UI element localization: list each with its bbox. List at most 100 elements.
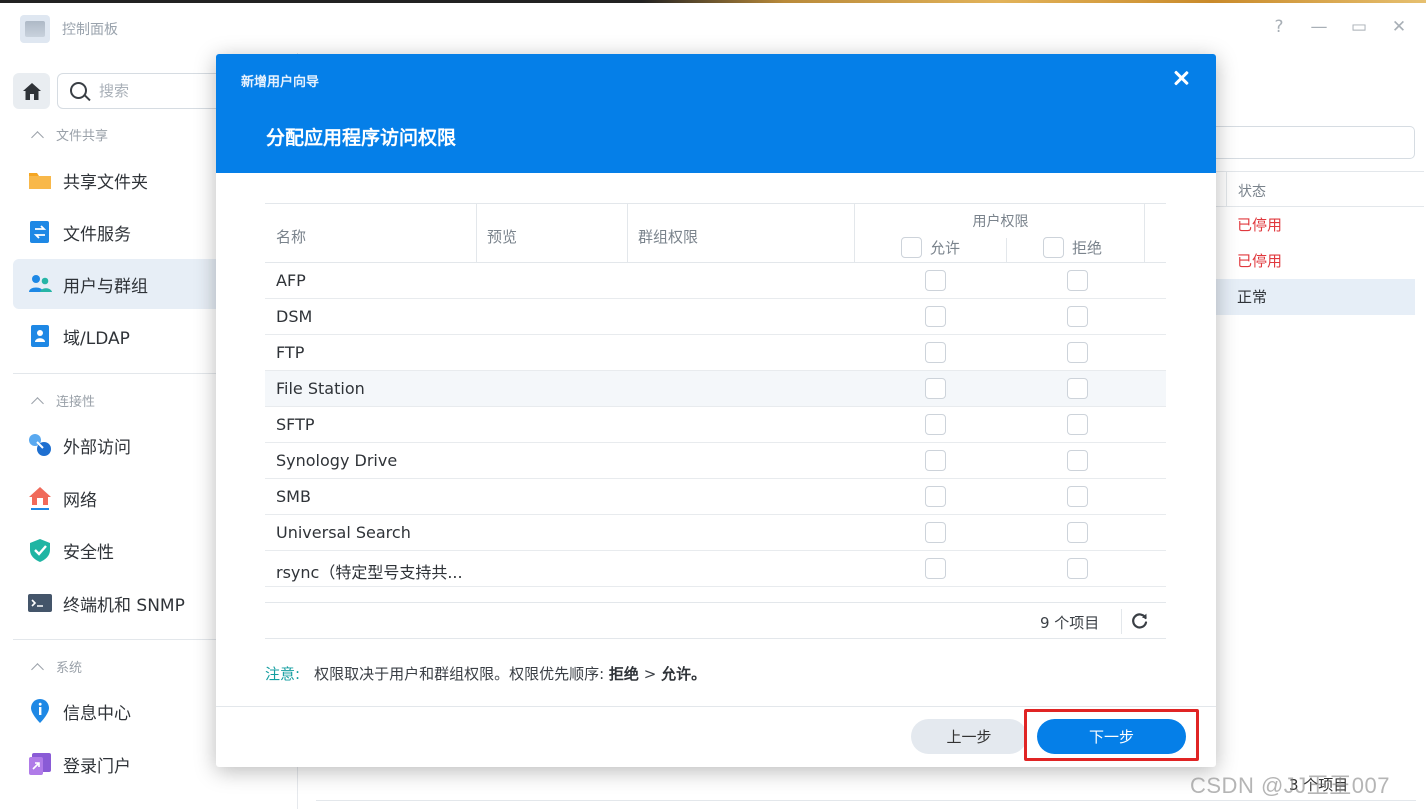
footer-separator [1121,609,1122,634]
app-name: SMB [276,487,311,506]
deny-checkbox[interactable] [1067,558,1088,579]
info-icon [31,699,49,723]
background-status-row[interactable]: 正常 [1216,279,1415,315]
external-access-icon [29,434,51,456]
close-window-button[interactable]: ✕ [1388,17,1410,37]
allow-checkbox[interactable] [925,414,946,435]
table-footer: 9 个项目 [265,602,1166,639]
background-status-row[interactable]: 已停用 [1216,243,1415,279]
background-status-row[interactable]: 已停用 [1216,207,1415,243]
table-row[interactable]: Universal Search [265,515,1166,551]
deny-checkbox[interactable] [1067,486,1088,507]
previous-button[interactable]: 上一步 [911,719,1027,754]
file-services-icon [30,221,49,243]
minimize-button[interactable]: — [1308,17,1330,37]
permission-note: 注意: 权限取决于用户和群组权限。权限优先顺序: 拒绝 > 允许。 [265,663,706,684]
column-separator [1226,172,1227,206]
app-name: rsync（特定型号支持共... [276,563,463,582]
section-system[interactable]: 系统 [31,657,82,676]
app-name: AFP [276,271,306,290]
allow-checkbox[interactable] [925,306,946,327]
deny-checkbox[interactable] [1067,450,1088,471]
allow-checkbox[interactable] [925,378,946,399]
deny-all-checkbox[interactable] [1043,237,1064,258]
allow-all-toggle[interactable]: 允许 [901,237,960,258]
app-name: SFTP [276,415,315,434]
deny-all-toggle[interactable]: 拒绝 [1043,237,1102,258]
note-deny: 拒绝 [608,665,639,683]
allow-checkbox[interactable] [925,558,946,579]
allow-checkbox[interactable] [925,486,946,507]
allow-all-checkbox[interactable] [901,237,922,258]
column-name[interactable]: 名称 [276,226,306,247]
column-separator [627,204,628,263]
allow-checkbox[interactable] [925,450,946,471]
help-button[interactable]: ? [1268,17,1290,37]
item-count: 9 个项目 [1040,614,1100,632]
deny-checkbox[interactable] [1067,414,1088,435]
background-table-header: 状态 [1216,171,1424,207]
home-icon [22,82,41,100]
allow-checkbox[interactable] [925,522,946,543]
home-button[interactable] [13,73,50,109]
table-row[interactable]: FTP [265,335,1166,371]
app-name: FTP [276,343,305,362]
search-icon [70,82,87,99]
deny-checkbox[interactable] [1067,342,1088,363]
column-group-permission[interactable]: 群组权限 [638,226,698,247]
table-row[interactable]: rsync（特定型号支持共... [265,551,1166,587]
section-connectivity[interactable]: 连接性 [31,391,95,410]
section-file-sharing[interactable]: 文件共享 [31,125,108,144]
background-search-field[interactable] [1216,126,1415,159]
allow-checkbox[interactable] [925,342,946,363]
app-name: Universal Search [276,523,411,542]
chevron-up-icon [31,131,44,144]
chevron-up-icon [31,397,44,410]
note-greater-than: > [643,665,657,683]
chevron-up-icon [31,663,44,676]
status-column-header: 状态 [1238,184,1266,200]
column-separator [1006,238,1007,263]
column-separator [1144,204,1145,263]
login-portal-icon [29,753,51,775]
ldap-icon [31,325,49,347]
close-icon[interactable] [1169,66,1193,90]
note-end: 。 [691,665,707,683]
table-row[interactable]: AFP [265,263,1166,299]
table-row[interactable]: DSM [265,299,1166,335]
shield-icon [30,539,50,562]
column-separator [854,204,855,263]
note-label: 注意: [265,665,301,683]
window-titlebar: 控制面板 ? — ▭ ✕ [0,3,1426,53]
network-icon [29,487,51,510]
deny-checkbox[interactable] [1067,306,1088,327]
app-name: DSM [276,307,313,326]
background-footer-line [316,800,1416,801]
table-row[interactable]: SMB [265,479,1166,515]
users-icon [29,275,52,292]
terminal-icon [28,594,52,612]
table-row[interactable]: File Station [265,371,1166,407]
note-allow: 允许 [661,665,692,683]
table-row[interactable]: SFTP [265,407,1166,443]
wizard-title: 新增用户向导 [241,75,320,90]
dialog-header: 新增用户向导 分配应用程序访问权限 [216,54,1216,173]
new-user-wizard-dialog: 新增用户向导 分配应用程序访问权限 名称 预览 群组权限 用户权限 允许 拒绝 … [216,54,1216,767]
column-preview[interactable]: 预览 [487,226,517,247]
window-title: 控制面板 [62,22,118,38]
control-panel-icon [20,15,50,43]
watermark: CSDN @JJ王王007 [1190,773,1390,798]
app-name: File Station [276,379,365,398]
refresh-icon[interactable] [1131,612,1149,630]
note-text: 权限取决于用户和群组权限。权限优先顺序: [314,665,605,683]
app-name: Synology Drive [276,451,398,470]
table-header: 名称 预览 群组权限 用户权限 允许 拒绝 [265,203,1166,263]
deny-checkbox[interactable] [1067,522,1088,543]
maximize-button[interactable]: ▭ [1348,17,1370,37]
highlight-frame [1024,709,1199,761]
dialog-footer-divider [216,706,1216,707]
deny-checkbox[interactable] [1067,270,1088,291]
allow-checkbox[interactable] [925,270,946,291]
table-row[interactable]: Synology Drive [265,443,1166,479]
deny-checkbox[interactable] [1067,378,1088,399]
